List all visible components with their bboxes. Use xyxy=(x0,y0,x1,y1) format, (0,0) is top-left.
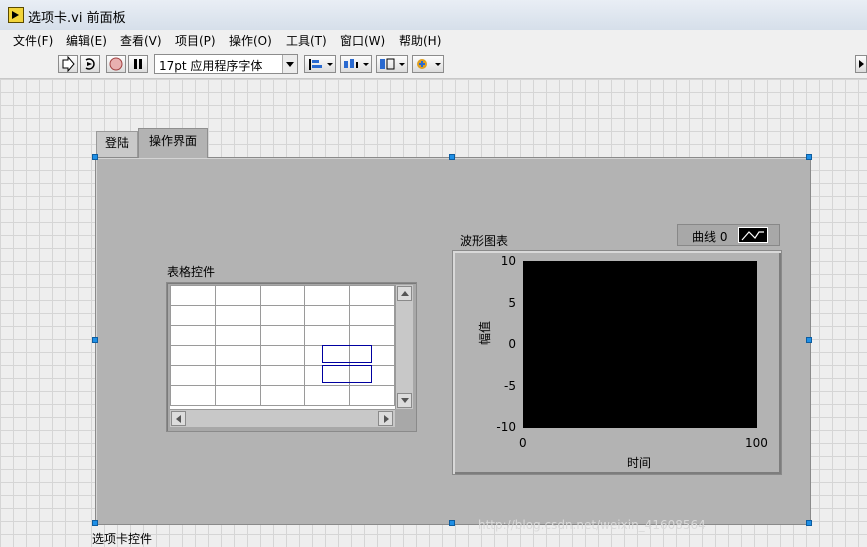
y-tick-label[interactable]: 10 xyxy=(486,254,516,268)
table-cell[interactable] xyxy=(214,365,261,386)
selected-cell[interactable] xyxy=(322,365,372,383)
scroll-up-icon[interactable] xyxy=(397,286,412,301)
menu-view[interactable]: 查看(V) xyxy=(120,32,162,49)
selected-cell[interactable] xyxy=(322,345,372,363)
run-continuously-icon[interactable] xyxy=(80,55,100,73)
menu-project[interactable]: 项目(P) xyxy=(175,32,216,49)
table-cell[interactable] xyxy=(170,285,216,306)
table-cell[interactable] xyxy=(170,325,216,346)
selection-handle[interactable] xyxy=(449,154,455,160)
selection-handle[interactable] xyxy=(92,154,98,160)
table-row xyxy=(170,325,395,346)
table-cell[interactable] xyxy=(349,385,395,406)
selection-handle[interactable] xyxy=(806,520,812,526)
menu-bar: 文件(F) 编辑(E) 查看(V) 项目(P) 操作(O) 工具(T) 窗口(W… xyxy=(0,30,867,50)
distribute-objects-icon[interactable] xyxy=(340,55,372,73)
x-axis-label[interactable]: 时间 xyxy=(627,454,651,471)
table-cell[interactable] xyxy=(214,285,261,306)
table-row xyxy=(170,305,395,326)
reorder-icon[interactable] xyxy=(412,55,444,73)
table-cell[interactable] xyxy=(349,325,395,346)
table-cell[interactable] xyxy=(214,345,261,366)
table-cell[interactable] xyxy=(349,305,395,326)
x-tick-label[interactable]: 0 xyxy=(519,436,527,450)
scroll-down-icon[interactable] xyxy=(397,393,412,408)
plot-area[interactable] xyxy=(523,261,757,428)
y-tick-label[interactable]: -10 xyxy=(486,420,516,434)
table-cell[interactable] xyxy=(214,305,261,326)
menu-window[interactable]: 窗口(W) xyxy=(340,32,385,49)
line-style-icon[interactable] xyxy=(738,227,768,243)
table-cell[interactable] xyxy=(304,305,351,326)
table-horizontal-scrollbar[interactable] xyxy=(170,409,395,427)
table-cell[interactable] xyxy=(259,325,306,346)
run-arrow-icon[interactable] xyxy=(58,55,78,73)
table-row xyxy=(170,385,395,406)
table-cell[interactable] xyxy=(259,285,306,306)
tab-operation-interface[interactable]: 操作界面 xyxy=(138,128,208,158)
chevron-down-icon[interactable] xyxy=(282,55,297,73)
menu-help[interactable]: 帮助(H) xyxy=(399,32,441,49)
font-select[interactable]: 17pt 应用程序字体 xyxy=(154,54,298,74)
table-label: 表格控件 xyxy=(167,265,216,279)
selection-handle[interactable] xyxy=(92,337,98,343)
font-select-value: 17pt 应用程序字体 xyxy=(159,59,263,73)
legend-label: 曲线 0 xyxy=(692,230,728,244)
y-tick-label: 5 xyxy=(508,296,516,310)
table-cell[interactable] xyxy=(214,325,261,346)
table-cell[interactable] xyxy=(304,385,351,406)
table-cell[interactable] xyxy=(170,385,216,406)
selection-handle[interactable] xyxy=(806,337,812,343)
resize-objects-icon[interactable] xyxy=(376,55,408,73)
table-cell[interactable] xyxy=(170,365,216,386)
menu-tools[interactable]: 工具(T) xyxy=(286,32,327,49)
table-cell[interactable] xyxy=(259,365,306,386)
table-row xyxy=(170,285,395,306)
table-cell[interactable] xyxy=(170,345,216,366)
tab-login[interactable]: 登陆 xyxy=(96,131,138,157)
y-axis-label[interactable]: 幅值 xyxy=(476,321,493,345)
scroll-right-icon[interactable] xyxy=(378,411,393,426)
menu-edit[interactable]: 编辑(E) xyxy=(66,32,107,49)
selection-handle[interactable] xyxy=(449,520,455,526)
window-title: 选项卡.vi 前面板 xyxy=(28,11,126,26)
title-bar: 选项卡.vi 前面板 xyxy=(0,0,867,30)
menu-file[interactable]: 文件(F) xyxy=(13,32,53,49)
table-cell[interactable] xyxy=(214,385,261,406)
table-vertical-scrollbar[interactable] xyxy=(395,285,413,409)
pause-icon[interactable] xyxy=(128,55,148,73)
abort-icon[interactable] xyxy=(106,55,126,73)
menu-operate[interactable]: 操作(O) xyxy=(229,32,272,49)
scroll-left-icon[interactable] xyxy=(171,411,186,426)
table-cell[interactable] xyxy=(259,305,306,326)
y-tick-label: -5 xyxy=(504,379,516,393)
toolbar-overflow-icon[interactable] xyxy=(855,55,867,73)
selection-handle[interactable] xyxy=(92,520,98,526)
table-cell[interactable] xyxy=(259,385,306,406)
table-cell[interactable] xyxy=(349,285,395,306)
x-tick-label[interactable]: 100 xyxy=(745,436,768,450)
labview-vi-icon xyxy=(8,7,24,23)
tab-control-label: 选项卡控件 xyxy=(92,532,153,546)
chart-label: 波形图表 xyxy=(460,234,509,248)
table-cell[interactable] xyxy=(259,345,306,366)
table-cell[interactable] xyxy=(304,285,351,306)
table-cell[interactable] xyxy=(170,305,216,326)
align-objects-icon[interactable] xyxy=(304,55,336,73)
watermark: http://blog.csdn.net/weixin_41608564 xyxy=(478,518,706,532)
toolbar: 17pt 应用程序字体 xyxy=(0,50,867,79)
selection-handle[interactable] xyxy=(806,154,812,160)
table-cell[interactable] xyxy=(304,325,351,346)
